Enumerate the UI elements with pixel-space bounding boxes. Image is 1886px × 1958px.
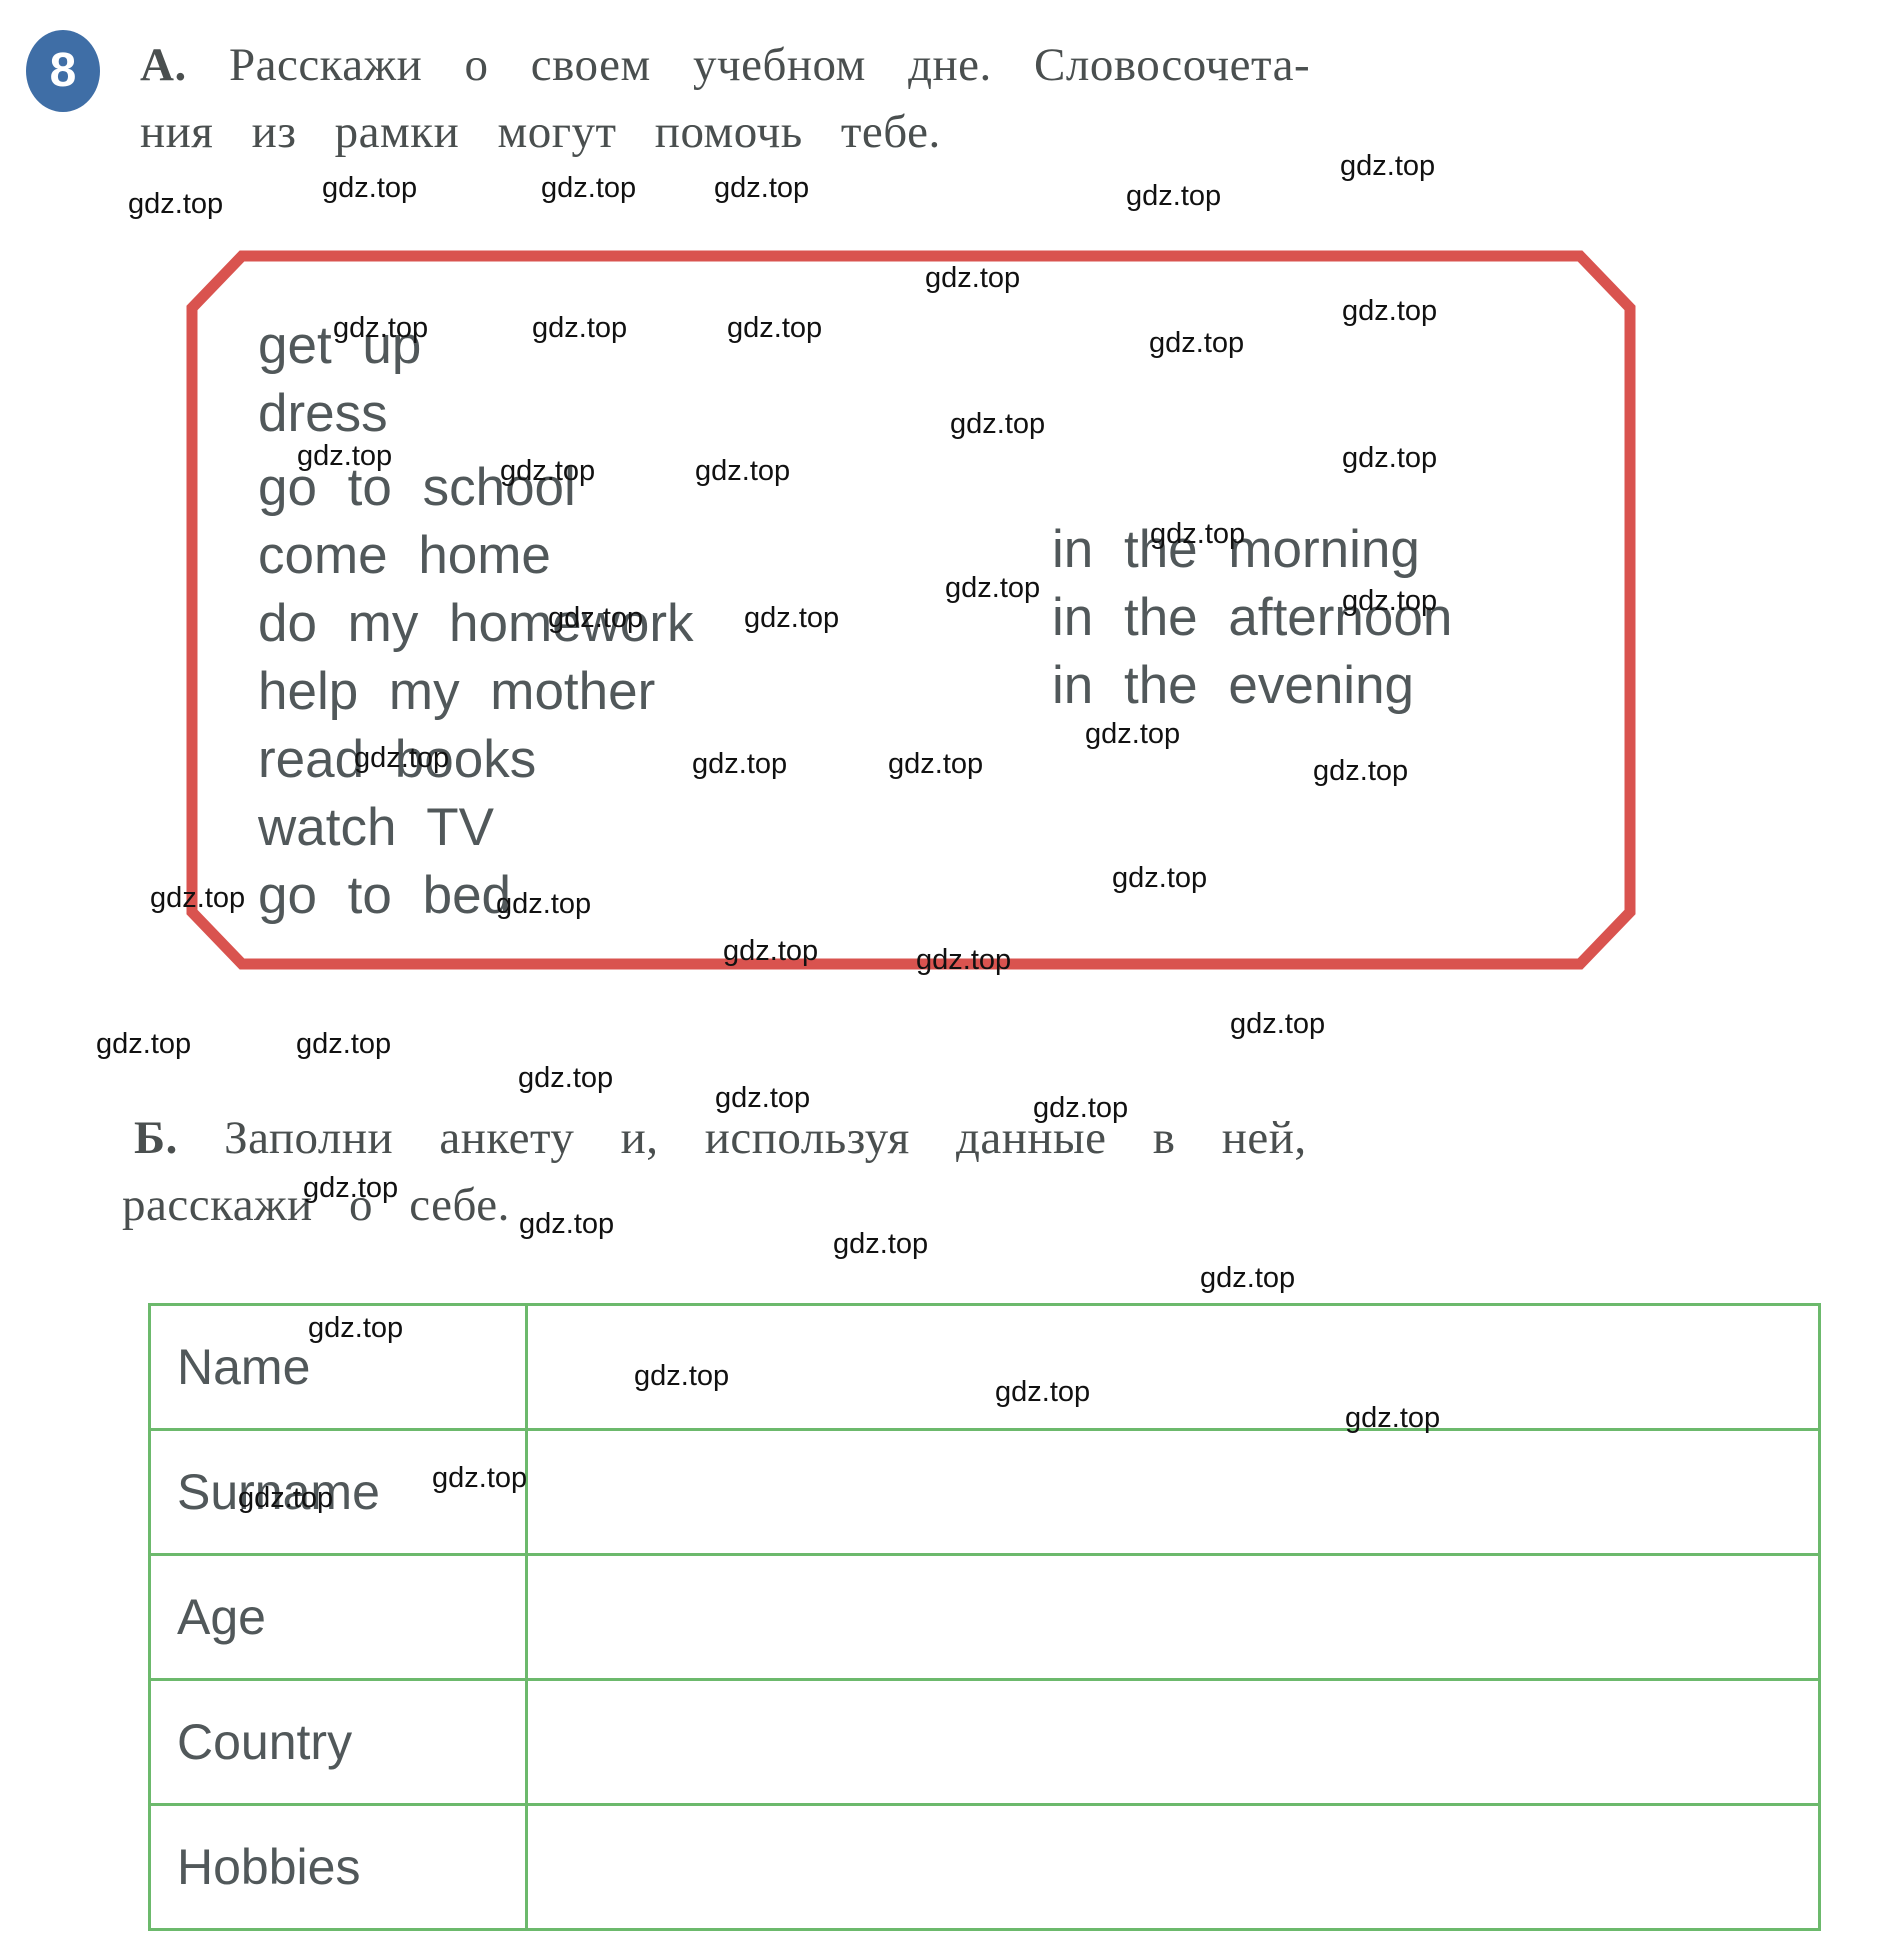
exercise-number-badge: 8 bbox=[26, 30, 100, 112]
phrase-item: help my mother bbox=[258, 662, 656, 721]
row-label-surname: Surname bbox=[148, 1428, 528, 1556]
row-label-hobbies: Hobbies bbox=[148, 1803, 528, 1931]
row-value-hobbies[interactable] bbox=[525, 1803, 1821, 1931]
watermark-label: gdz.top bbox=[541, 172, 637, 204]
part-a-line-1: Расскажи о своем учебном дне. Словосочет… bbox=[228, 39, 1311, 91]
watermark-label: gdz.top bbox=[128, 188, 224, 220]
row-value-age[interactable] bbox=[525, 1553, 1821, 1681]
questionnaire-table: Name Surname Age Country Hobbies bbox=[148, 1303, 1821, 1931]
table-row: Name bbox=[148, 1303, 1821, 1431]
part-a-line-2: ния из рамки могут помочь тебе. bbox=[140, 106, 941, 159]
table-row: Surname bbox=[148, 1428, 1821, 1556]
phrase-item: in the evening bbox=[1052, 656, 1415, 715]
phrase-item: come home bbox=[258, 526, 551, 585]
phrase-item: dress bbox=[258, 384, 388, 443]
instruction-part-b: Б. Заполни анкету и, используя данные в … bbox=[122, 1105, 1840, 1239]
row-value-name[interactable] bbox=[525, 1303, 1821, 1431]
phrase-list-times: in the morning in the afternoon in the e… bbox=[1052, 516, 1452, 720]
phrase-item: go to school bbox=[258, 458, 576, 517]
table-row: Hobbies bbox=[148, 1803, 1821, 1931]
phrase-item: in the morning bbox=[1052, 520, 1420, 579]
instruction-part-a: А. Расскажи о своем учебном дне. Словосо… bbox=[140, 32, 1830, 166]
phrase-item: go to bed bbox=[258, 866, 512, 925]
part-b-letter: Б. bbox=[134, 1112, 178, 1164]
row-label-country: Country bbox=[148, 1678, 528, 1806]
watermark-label: gdz.top bbox=[1126, 180, 1222, 212]
watermark-label: gdz.top bbox=[296, 1028, 392, 1060]
part-b-line-1: Заполни анкету и, используя данные в ней… bbox=[224, 1112, 1307, 1164]
row-value-surname[interactable] bbox=[525, 1428, 1821, 1556]
table-row: Age bbox=[148, 1553, 1821, 1681]
watermark-label: gdz.top bbox=[322, 172, 418, 204]
watermark-label: gdz.top bbox=[96, 1028, 192, 1060]
row-label-name: Name bbox=[148, 1303, 528, 1431]
phrase-item: in the afternoon bbox=[1052, 588, 1453, 647]
phrase-item: get up bbox=[258, 316, 422, 375]
part-b-line-2: расскажи о себе. bbox=[122, 1179, 510, 1232]
phrase-item: read books bbox=[258, 730, 537, 789]
watermark-label: gdz.top bbox=[1200, 1262, 1296, 1294]
watermark-label: gdz.top bbox=[1230, 1008, 1326, 1040]
row-value-country[interactable] bbox=[525, 1678, 1821, 1806]
phrase-list-actions: get up dress go to school come home do m… bbox=[258, 312, 694, 930]
row-label-age: Age bbox=[148, 1553, 528, 1681]
phrase-item: watch TV bbox=[258, 798, 494, 857]
table-row: Country bbox=[148, 1678, 1821, 1806]
part-a-letter: А. bbox=[140, 39, 187, 91]
watermark-label: gdz.top bbox=[714, 172, 810, 204]
watermark-label: gdz.top bbox=[518, 1062, 614, 1094]
phrase-item: do my homework bbox=[258, 594, 694, 653]
